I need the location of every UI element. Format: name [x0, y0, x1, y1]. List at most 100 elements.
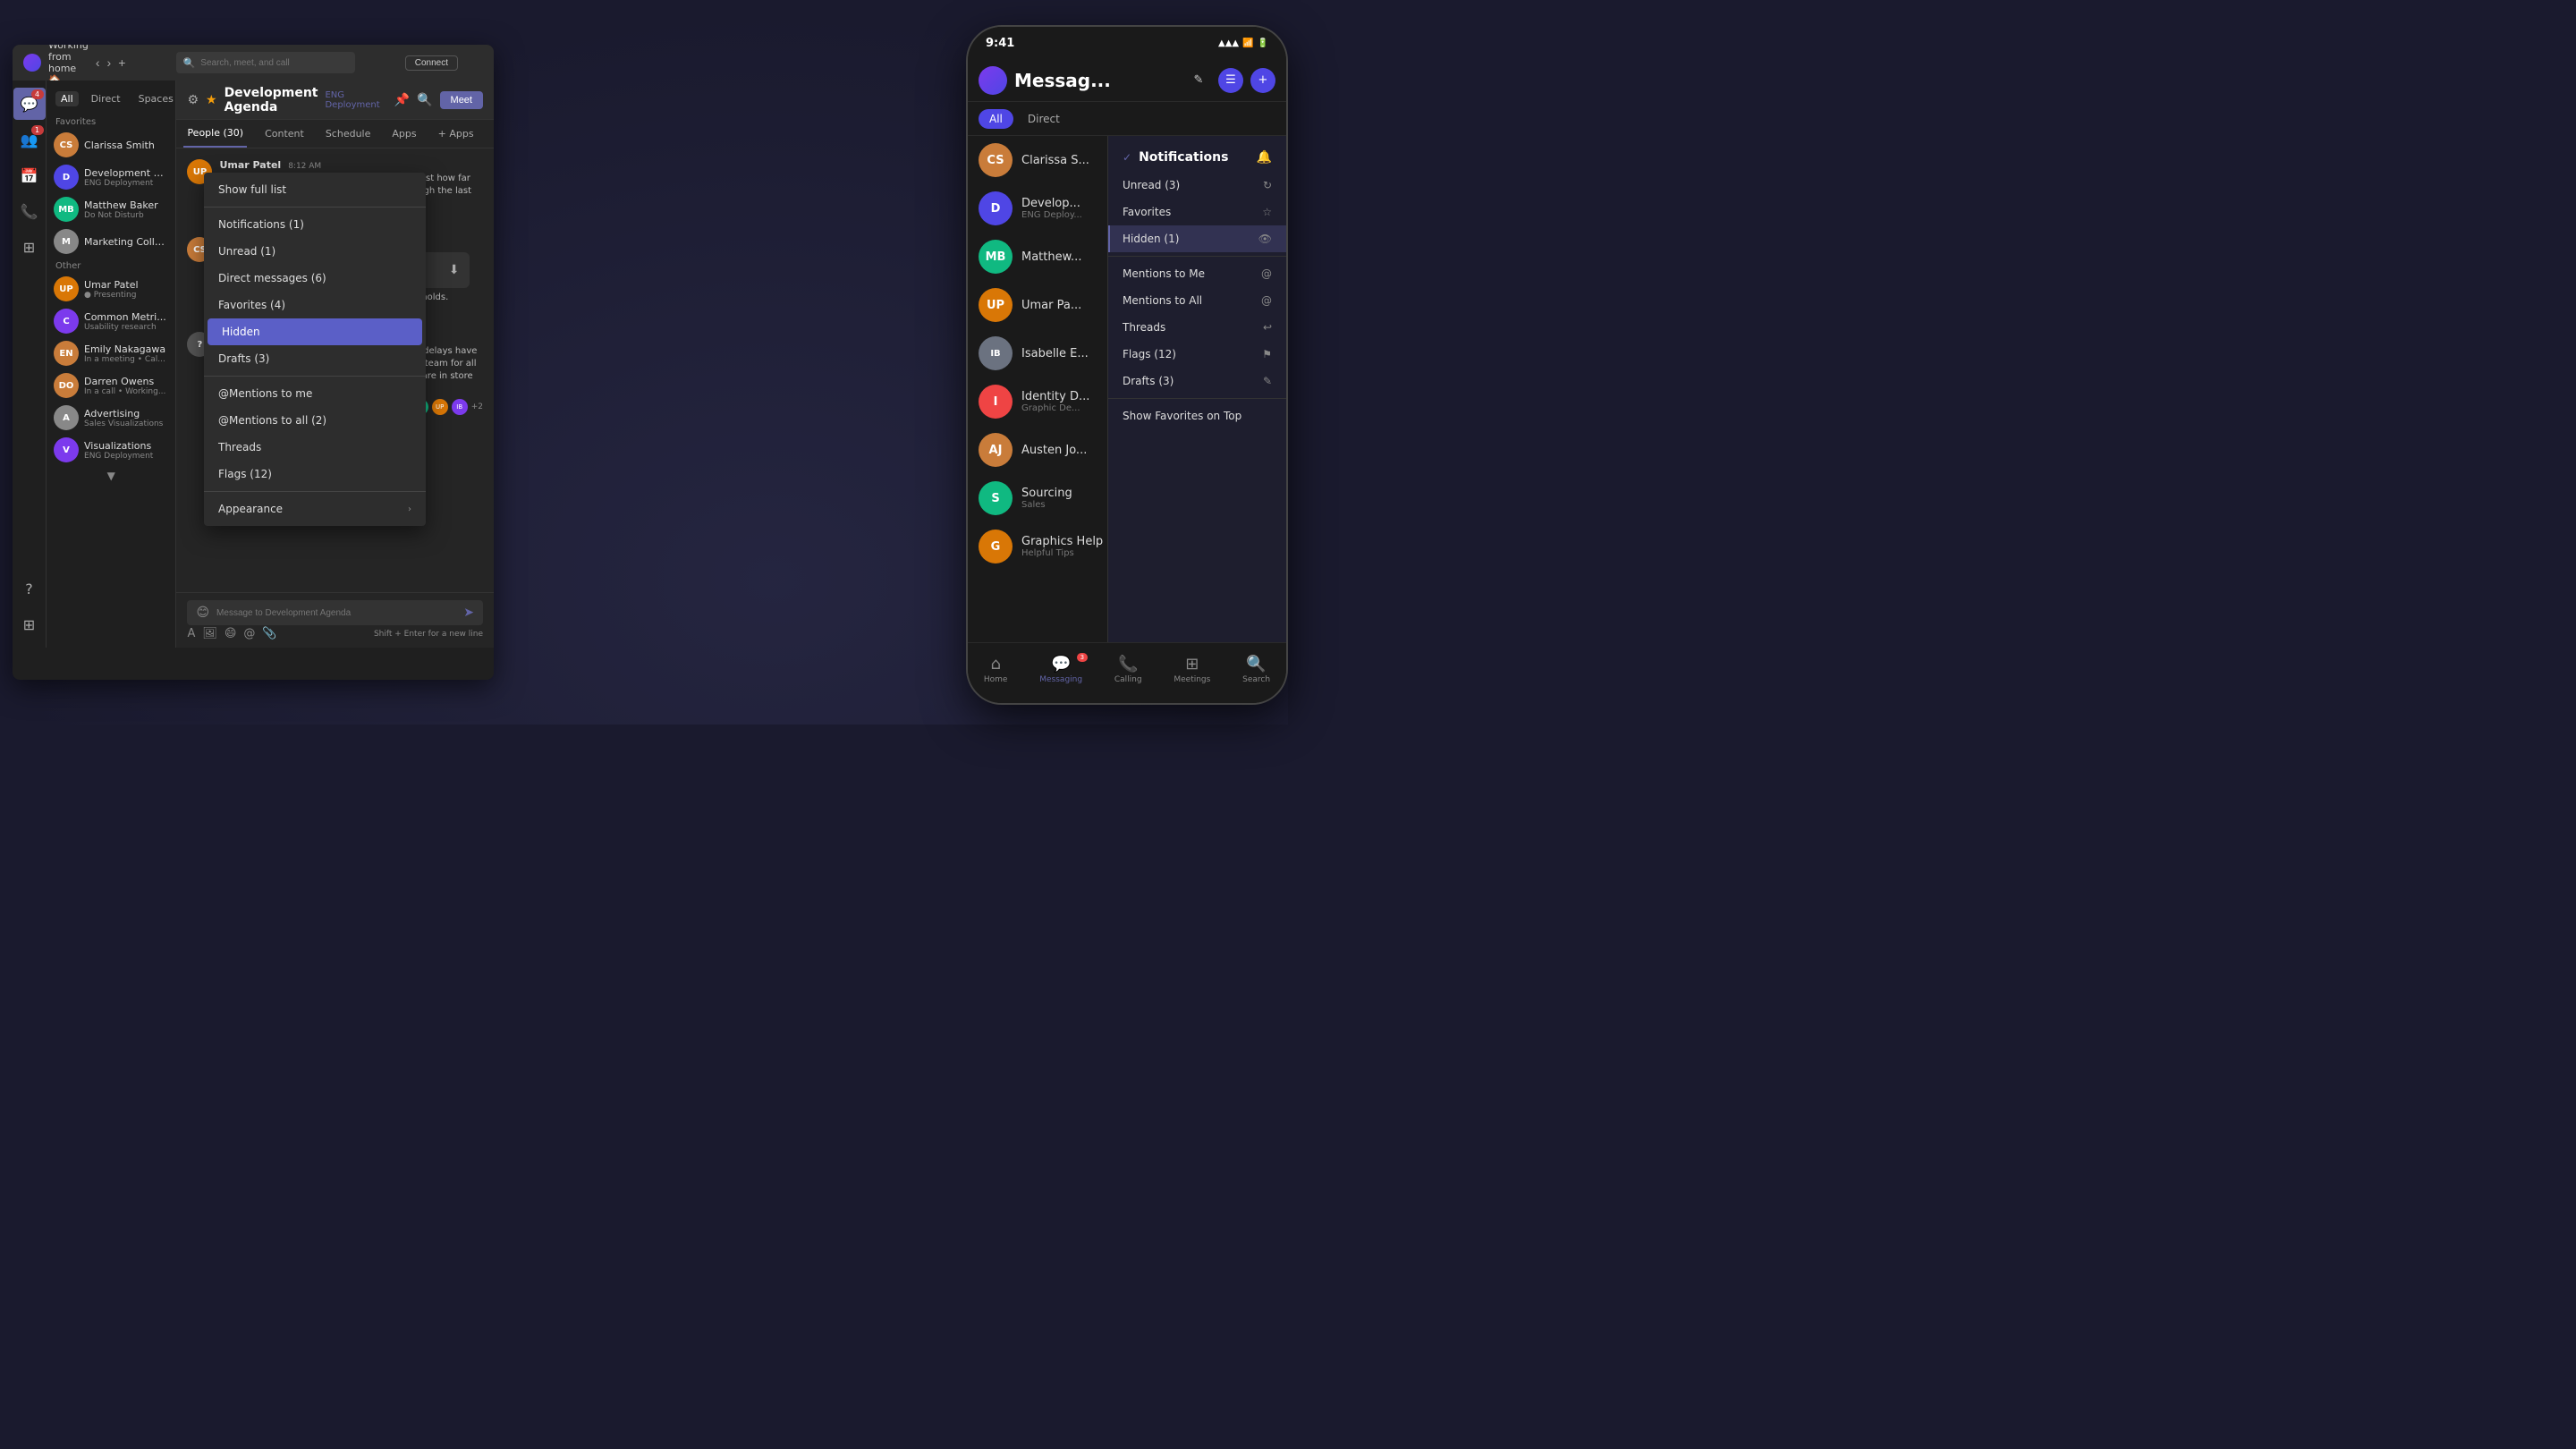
- send-icon[interactable]: ➤: [463, 606, 474, 620]
- threads-icon: ↩: [1263, 321, 1272, 334]
- dropdown-favorites[interactable]: Favorites (4): [204, 292, 426, 318]
- rail-chat[interactable]: 💬 4: [13, 88, 46, 120]
- tab-content[interactable]: Content: [261, 120, 308, 148]
- list-item[interactable]: V Visualizations ENG Deployment: [47, 434, 175, 466]
- notif-mentions-all[interactable]: Mentions to All @: [1108, 287, 1286, 314]
- dropdown-hidden[interactable]: Hidden: [208, 318, 422, 345]
- phone-tabs: All Direct: [968, 102, 1286, 136]
- nav-back[interactable]: ‹: [96, 55, 100, 70]
- message-input[interactable]: [216, 608, 456, 618]
- settings-icon[interactable]: ⚙: [187, 93, 199, 107]
- phone-time: 9:41: [986, 37, 1014, 50]
- nav-messaging[interactable]: 💬 3 Messaging: [1039, 655, 1082, 684]
- list-item[interactable]: CS Clarissa Smith: [47, 129, 175, 161]
- nav-calling-label: Calling: [1114, 675, 1142, 684]
- dropdown-notifications[interactable]: Notifications (1): [204, 211, 426, 238]
- rail-apps[interactable]: ⊞: [13, 231, 46, 263]
- notif-drafts[interactable]: Drafts (3) ✎: [1108, 368, 1286, 394]
- nav-calling[interactable]: 📞 Calling: [1114, 655, 1142, 684]
- phone-content: CS Clarissa S... D Develop... ENG Deploy…: [968, 136, 1286, 642]
- filter-icon[interactable]: ☰: [1218, 68, 1243, 93]
- notif-favorites[interactable]: Favorites ☆: [1108, 199, 1286, 225]
- add-icon[interactable]: +: [1250, 68, 1275, 93]
- star-icon[interactable]: ★: [206, 93, 217, 107]
- list-item[interactable]: EN Emily Nakagawa In a meeting • Cal...: [47, 337, 175, 369]
- phone-tab-direct[interactable]: Direct: [1017, 109, 1071, 129]
- bell-icon[interactable]: 🔔: [1257, 150, 1272, 165]
- dropdown-show-full-list[interactable]: Show full list: [204, 176, 426, 203]
- nav-search[interactable]: 🔍 Search: [1242, 655, 1270, 684]
- notif-hidden[interactable]: Hidden (1) 👁: [1108, 225, 1286, 252]
- tab-schedule[interactable]: Schedule: [322, 120, 375, 148]
- meet-button[interactable]: Meet: [440, 91, 483, 109]
- nav-forward[interactable]: ›: [107, 55, 112, 70]
- tab-apps[interactable]: Apps: [388, 120, 419, 148]
- tab-direct[interactable]: Direct: [86, 91, 126, 106]
- list-item[interactable]: C Common Metri... Usability research: [47, 305, 175, 337]
- image-icon[interactable]: 🖼: [202, 627, 217, 640]
- pin-icon[interactable]: 📌: [394, 93, 410, 107]
- format-icon[interactable]: A: [187, 627, 195, 640]
- chat-name: Darren Owens: [84, 376, 168, 387]
- attach-icon[interactable]: 📎: [262, 627, 276, 640]
- list-item[interactable]: DO Darren Owens In a call • Working...: [47, 369, 175, 402]
- dropdown-unread[interactable]: Unread (1): [204, 238, 426, 265]
- compose-icon[interactable]: ✎: [1186, 68, 1211, 93]
- nav-meetings[interactable]: ⊞ Meetings: [1174, 655, 1210, 684]
- dropdown-mentions-all[interactable]: @Mentions to all (2): [204, 407, 426, 434]
- dropdown-mentions-me[interactable]: @Mentions to me: [204, 380, 426, 407]
- divider: [204, 491, 426, 492]
- message-input-area: 😊 ➤ A 🖼 😄 @ 📎 Shift + Enter for a new li…: [176, 592, 494, 648]
- notif-threads[interactable]: Threads ↩: [1108, 314, 1286, 341]
- avatar: D: [979, 191, 1013, 225]
- list-item[interactable]: UP Umar Patel ● Presenting: [47, 273, 175, 305]
- mention-icon[interactable]: @: [243, 627, 255, 640]
- dropdown-appearance[interactable]: Appearance ›: [204, 496, 426, 522]
- chat-name: Umar Patel: [84, 279, 168, 291]
- help-icon: ?: [25, 580, 33, 597]
- phone-tab-all[interactable]: All: [979, 109, 1013, 129]
- list-item[interactable]: MB Matthew Baker Do Not Disturb: [47, 193, 175, 225]
- list-item[interactable]: M Marketing Collat...: [47, 225, 175, 258]
- tab-all[interactable]: All: [55, 91, 79, 106]
- rail-calls[interactable]: 📞: [13, 195, 46, 227]
- dropdown-drafts[interactable]: Drafts (3): [204, 345, 426, 372]
- rail-team[interactable]: 👥 1: [13, 123, 46, 156]
- nav-search-label: Search: [1242, 675, 1270, 684]
- mentions-me-icon: @: [1261, 267, 1272, 280]
- tab-people[interactable]: People (30): [183, 120, 247, 148]
- tab-spaces[interactable]: Spaces: [133, 91, 177, 106]
- notif-flags[interactable]: Flags (12) ⚑: [1108, 341, 1286, 368]
- channel-search-icon[interactable]: 🔍: [417, 93, 432, 107]
- chat-name: Advertising: [84, 408, 168, 419]
- avatar: M: [54, 229, 79, 254]
- section-favorites: Favorites: [47, 114, 175, 129]
- rail-help[interactable]: ?: [13, 572, 46, 605]
- chat-sub: ● Presenting: [84, 291, 168, 300]
- input-toolbar: A 🖼 😄 @ 📎: [187, 627, 276, 640]
- emoji-icon[interactable]: 😊: [196, 606, 209, 620]
- dropdown-direct-messages[interactable]: Direct messages (6): [204, 265, 426, 292]
- list-item[interactable]: A Advertising Sales Visualizations: [47, 402, 175, 434]
- download-icon[interactable]: ⬇: [449, 263, 460, 277]
- sticker-icon[interactable]: 😄: [225, 627, 237, 640]
- search-input[interactable]: [200, 58, 347, 68]
- calendar-icon: 📅: [21, 167, 38, 184]
- nav-home[interactable]: ⌂ Home: [984, 655, 1008, 684]
- new-tab[interactable]: +: [118, 55, 125, 70]
- avatar: IB: [979, 336, 1013, 370]
- rail-grid[interactable]: ⊞: [13, 608, 46, 640]
- connect-button[interactable]: Connect: [405, 55, 458, 71]
- dropdown-flags[interactable]: Flags (12): [204, 461, 426, 487]
- notif-show-favorites[interactable]: Show Favorites on Top: [1108, 402, 1286, 429]
- add-tab[interactable]: + Apps: [438, 128, 474, 140]
- team-badge: 1: [31, 125, 44, 135]
- notif-mentions-me[interactable]: Mentions to Me @: [1108, 260, 1286, 287]
- dropdown-threads[interactable]: Threads: [204, 434, 426, 461]
- list-item[interactable]: D Development Ag... ENG Deployment: [47, 161, 175, 193]
- grid-icon: ⊞: [23, 616, 35, 633]
- notif-unread[interactable]: Unread (3) ↻: [1108, 172, 1286, 199]
- rail-calendar[interactable]: 📅: [13, 159, 46, 191]
- divider: [1108, 256, 1286, 257]
- phone-header: Messag... ✎ ☰ +: [968, 59, 1286, 102]
